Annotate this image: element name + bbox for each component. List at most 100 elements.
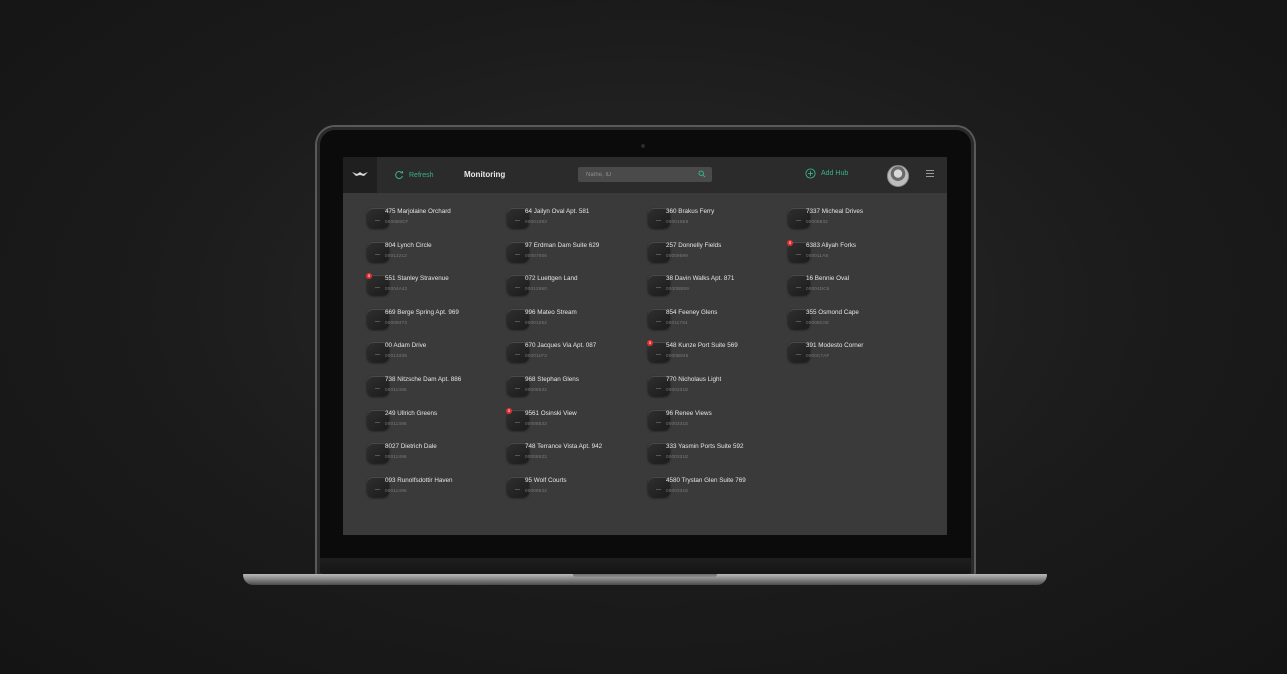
hub-id: 00004DC6 <box>806 286 830 292</box>
hub-id: 00011784 <box>666 319 688 325</box>
hub-name: 96 Renee Views <box>666 409 712 417</box>
hub-item[interactable]: 748 Terrance Vista Apt. 942 00008532 <box>483 440 619 466</box>
hub-grid: 475 Marjolaine Orchard 0000B9CF 804 Lynch … <box>343 193 947 535</box>
hub-item[interactable]: 355 Osmond Cape 00008C08 <box>764 306 900 332</box>
hub-item[interactable]: 16 Bennie Oval 00004DC6 <box>764 272 900 298</box>
avatar[interactable] <box>887 165 909 187</box>
hub-id: 00004A42 <box>385 286 408 292</box>
hub-id: 00008832 <box>806 219 829 224</box>
hub-id: 0000331E <box>666 454 689 460</box>
hub-item[interactable]: 968 Stephan Glens 00008532 <box>483 373 619 399</box>
hub-name: 249 Ullrich Greens <box>385 409 438 417</box>
laptop-notch <box>573 574 717 578</box>
bird-logo-icon <box>352 172 368 176</box>
hub-id: 00013339 <box>385 353 408 359</box>
hub-item[interactable]: 257 Donnelly Fields 00009599 <box>624 239 760 265</box>
hub-name: 548 Kunze Port Suite 569 <box>666 342 738 350</box>
search-icon[interactable] <box>698 170 706 178</box>
hub-name: 355 Osmond Cape <box>806 308 859 316</box>
hub-item[interactable]: 5 548 Kunze Port Suite 569 0000B845 <box>624 339 760 365</box>
app-screen: Refresh Monitoring Add Hub 475 Marjolain… <box>343 157 947 535</box>
hub-item[interactable]: 475 Marjolaine Orchard 0000B9CF <box>343 205 479 231</box>
hub-id: 00008532 <box>525 420 548 426</box>
hub-item[interactable]: 854 Feeney Glens 00011784 <box>624 306 760 332</box>
hub-name: 4580 Trystan Glen Suite 769 <box>666 476 746 484</box>
hub-item[interactable]: 5 551 Stanley Stravenue 00004A42 <box>343 272 479 298</box>
hub-item[interactable]: 64 Jailyn Oval Apt. 581 00001083 <box>483 205 619 231</box>
hub-id: 0000331E <box>666 420 689 426</box>
hub-name: 738 Nitzsche Dam Apt. 886 <box>385 376 462 383</box>
hub-item[interactable]: 8027 Dietrich Dale 00011496 <box>343 440 479 466</box>
hub-name: 093 Runolfsdottir Haven <box>385 476 453 484</box>
add-hub-button[interactable]: Add Hub <box>805 168 848 179</box>
refresh-icon <box>395 171 403 180</box>
hub-item[interactable]: 95 Wolf Courts 00008532 <box>483 474 619 500</box>
hub-item[interactable]: 770 Nicholaus Light 0000331E <box>624 373 760 399</box>
hub-id: 000010E8 <box>666 219 689 224</box>
hub-item[interactable]: 5 6383 Aliyah Forks 000011A8 <box>764 239 900 265</box>
hub-id: 00008532 <box>525 454 548 460</box>
hub-item[interactable]: 996 Mateo Stream 00001052 <box>483 306 619 332</box>
hub-id: 00012680 <box>525 286 548 292</box>
hub-item[interactable]: 7337 Micheal Drives 00008832 <box>764 205 900 231</box>
hub-item[interactable]: 4580 Trystan Glen Suite 769 0000331E <box>624 474 760 500</box>
hub-item[interactable]: 00 Adam Drive 00013339 <box>343 339 479 365</box>
hub-id: 00011496 <box>385 454 407 460</box>
hub-name: 333 Yasmin Ports Suite 592 <box>666 443 744 451</box>
hub-id: 000011A8 <box>806 252 829 258</box>
hub-name: 670 Jacques Via Apt. 087 <box>525 342 597 350</box>
hub-name: 804 Lynch Circle <box>385 241 432 249</box>
hub-item[interactable]: 360 Brakus Ferry 000010E8 <box>624 205 760 231</box>
hub-id: 00012212 <box>385 252 408 258</box>
menu-icon[interactable] <box>926 170 934 179</box>
hub-item[interactable]: 5 9561 Osinski View 00008532 <box>483 407 619 433</box>
hub-id: 00007006 <box>525 252 548 258</box>
hub-name: 072 Luettgen Land <box>525 275 578 283</box>
hub-name: 7337 Micheal Drives <box>806 208 864 215</box>
logo[interactable] <box>343 157 377 193</box>
hub-name: 6383 Aliyah Forks <box>806 241 857 249</box>
add-circle-icon <box>805 168 816 179</box>
hub-id: 0000331E <box>666 487 689 493</box>
hub-id: 000011F3 <box>525 353 547 359</box>
hub-id: 00008C08 <box>806 319 829 325</box>
hub-id: 00001083 <box>525 219 548 224</box>
hub-name: 475 Marjolaine Orchard <box>385 208 451 215</box>
search-input[interactable] <box>578 167 696 182</box>
hub-item[interactable]: 072 Luettgen Land 00012680 <box>483 272 619 298</box>
hub-name: 00 Adam Drive <box>385 342 427 350</box>
hub-id: 0000BB59 <box>666 286 690 292</box>
hub-name: 854 Feeney Glens <box>666 308 718 316</box>
hub-name: 669 Berge Spring Apt. 969 <box>385 308 459 316</box>
hub-item[interactable]: 093 Runolfsdottir Haven 00011496 <box>343 474 479 500</box>
hub-id: 0000331E <box>666 387 689 392</box>
laptop-base <box>243 574 1047 585</box>
hub-id: 0000B9CF <box>385 219 409 224</box>
alert-badge: 5 <box>506 407 512 414</box>
hub-item[interactable]: 97 Erdman Dam Suite 629 00007006 <box>483 239 619 265</box>
hub-id: 00001052 <box>525 319 548 325</box>
laptop-bezel-chin <box>320 558 971 574</box>
hub-item[interactable]: 38 Davin Walks Apt. 871 0000BB59 <box>624 272 760 298</box>
hub-item[interactable]: 738 Nitzsche Dam Apt. 886 00011496 <box>343 373 479 399</box>
hub-item[interactable]: 670 Jacques Via Apt. 087 000011F3 <box>483 339 619 365</box>
hub-id: 00011496 <box>385 420 407 426</box>
hub-item[interactable]: 333 Yasmin Ports Suite 592 0000331E <box>624 440 760 466</box>
add-hub-label: Add Hub <box>821 170 849 177</box>
hub-item[interactable]: 249 Ullrich Greens 00011496 <box>343 407 479 433</box>
hub-item[interactable]: 804 Lynch Circle 00012212 <box>343 239 479 265</box>
hub-name: 64 Jailyn Oval Apt. 581 <box>525 208 590 215</box>
hub-id: 00011496 <box>385 387 407 392</box>
hub-name: 97 Erdman Dam Suite 629 <box>525 241 600 249</box>
hub-item[interactable]: 96 Renee Views 0000331E <box>624 407 760 433</box>
hub-id: 00008532 <box>525 487 548 493</box>
page-title: Monitoring <box>464 170 506 179</box>
hub-id: 00008532 <box>525 387 548 392</box>
hub-id: 0000C7AF <box>806 353 830 359</box>
hub-item[interactable]: 669 Berge Spring Apt. 969 00009473 <box>343 306 479 332</box>
hub-name: 551 Stanley Stravenue <box>385 275 449 283</box>
hub-name: 8027 Dietrich Dale <box>385 443 437 451</box>
hub-id: 00011496 <box>385 487 407 493</box>
refresh-button[interactable]: Refresh <box>394 168 434 182</box>
hub-item[interactable]: 391 Modesto Corner 0000C7AF <box>764 339 900 365</box>
